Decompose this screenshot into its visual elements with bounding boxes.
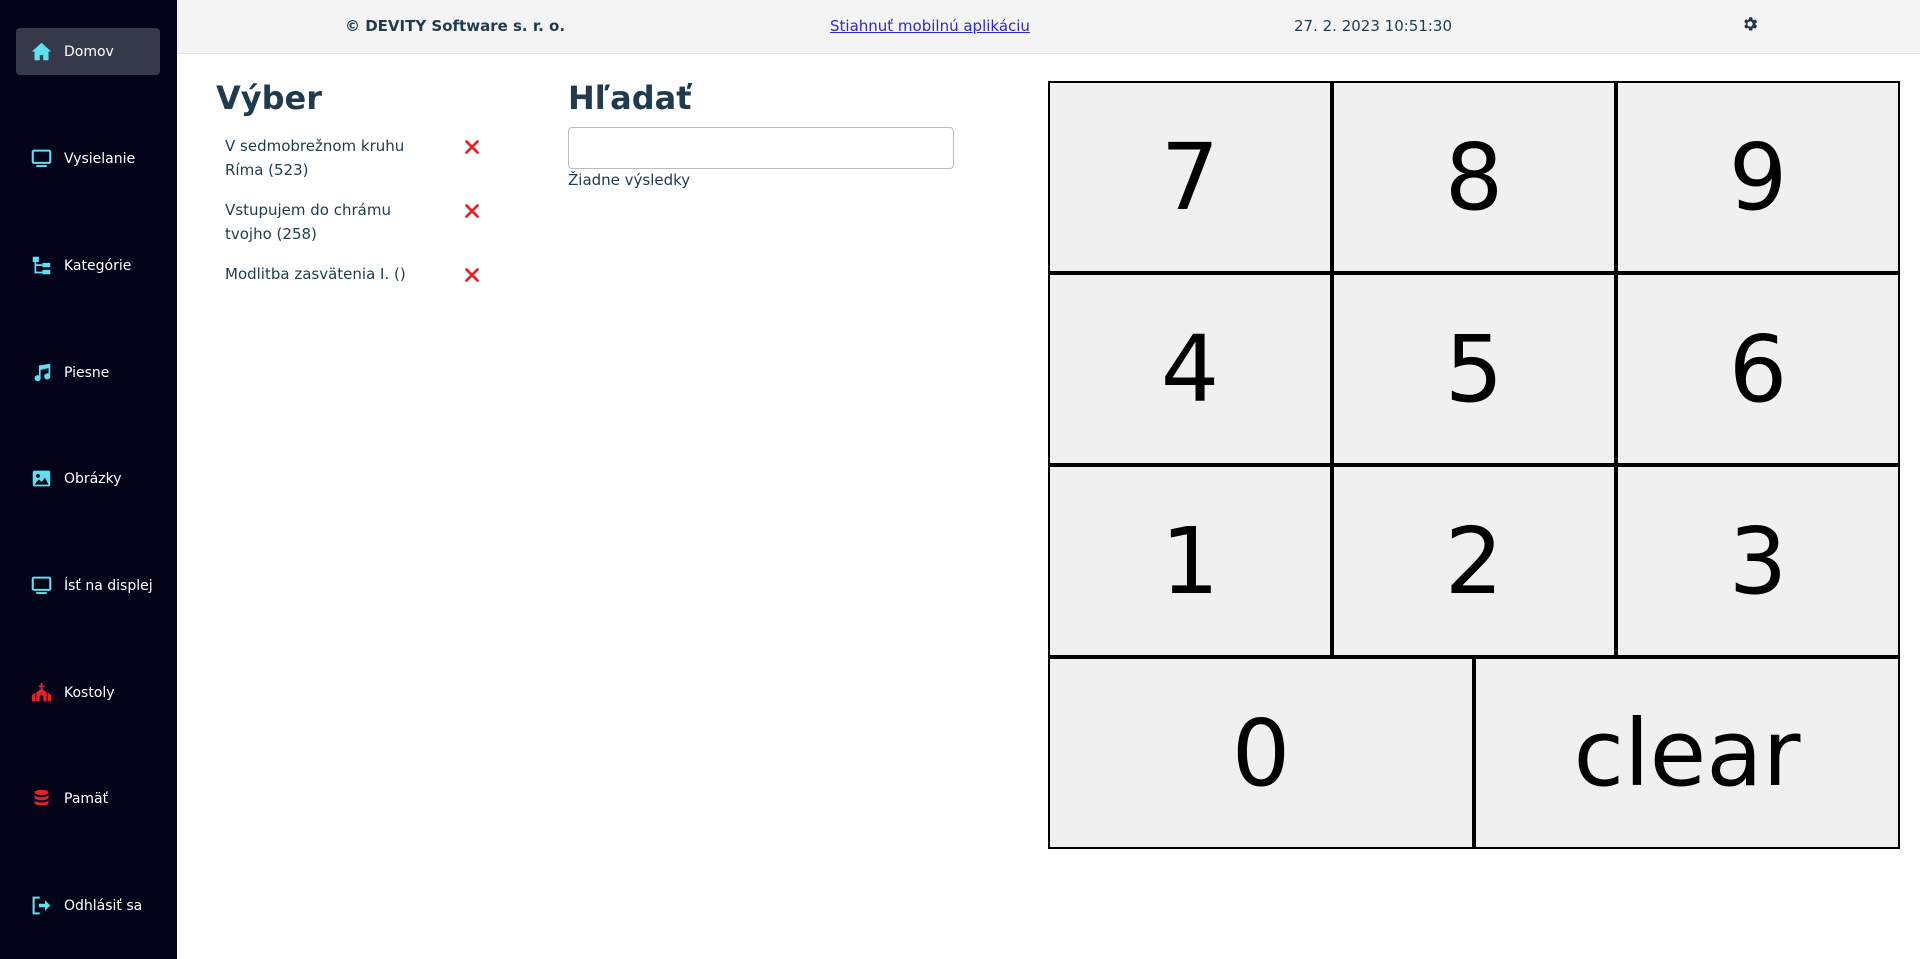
sidebar-item-kategorie[interactable]: Kategórie — [16, 242, 160, 289]
selection-list: V sedmobrežnom kruhu Ríma (523) Vstupuje… — [225, 134, 495, 302]
search-input[interactable] — [568, 127, 954, 169]
sidebar-item-pamat[interactable]: Pamäť — [16, 775, 160, 822]
sidebar-item-label: Ísť na displej — [64, 577, 153, 594]
key-0[interactable]: 0 — [1050, 659, 1472, 847]
monitor-icon — [30, 575, 52, 597]
close-icon[interactable] — [463, 138, 483, 158]
copyright-text: © DEVITY Software s. r. o. — [345, 17, 566, 35]
gear-icon[interactable] — [1741, 15, 1763, 37]
song-label: Modlitba zasvätenia I. () — [225, 265, 406, 283]
list-item: Vstupujem do chrámu tvojho (258) — [225, 198, 495, 262]
image-icon — [30, 468, 52, 490]
song-label: V sedmobrežnom kruhu Ríma (523) — [225, 137, 405, 179]
music-icon — [30, 362, 52, 384]
key-6[interactable]: 6 — [1618, 275, 1898, 463]
selection-title: Výber — [216, 79, 323, 117]
sidebar-item-kostoly[interactable]: Kostoly — [16, 669, 160, 716]
key-3[interactable]: 3 — [1618, 467, 1898, 655]
sitemap-icon — [30, 255, 52, 277]
monitor-icon — [30, 148, 52, 170]
key-4[interactable]: 4 — [1050, 275, 1330, 463]
list-item: Modlitba zasvätenia I. () — [225, 262, 495, 302]
list-item: V sedmobrežnom kruhu Ríma (523) — [225, 134, 495, 198]
database-icon — [30, 788, 52, 810]
datetime: 27. 2. 2023 10:51:30 — [1294, 17, 1453, 35]
sidebar-item-domov[interactable]: Domov — [16, 28, 160, 75]
logout-icon — [30, 895, 52, 917]
home-icon — [30, 41, 52, 63]
close-icon[interactable] — [463, 266, 483, 286]
close-icon[interactable] — [463, 202, 483, 222]
key-8[interactable]: 8 — [1334, 83, 1614, 271]
sidebar-item-odhlasit-sa[interactable]: Odhlásiť sa — [16, 882, 160, 929]
song-label: Vstupujem do chrámu tvojho (258) — [225, 201, 391, 243]
sidebar-item-obrazky[interactable]: Obrázky — [16, 455, 160, 502]
church-icon — [30, 682, 52, 704]
key-1[interactable]: 1 — [1050, 467, 1330, 655]
sidebar-item-label: Kategórie — [64, 257, 132, 274]
key-2[interactable]: 2 — [1334, 467, 1614, 655]
no-results-text: Žiadne výsledky — [568, 171, 691, 189]
download-app-link[interactable]: Stiahnuť mobilnú aplikáciu — [830, 17, 1030, 35]
sidebar-item-label: Domov — [64, 43, 114, 60]
sidebar-item-label: Piesne — [64, 364, 110, 381]
sidebar-item-ist-na-displej[interactable]: Ísť na displej — [16, 562, 160, 609]
sidebar-item-piesne[interactable]: Piesne — [16, 349, 160, 396]
sidebar-item-vysielanie[interactable]: Vysielanie — [16, 135, 160, 182]
top-bar: © DEVITY Software s. r. o. Stiahnuť mobi… — [177, 0, 1920, 54]
sidebar-item-label: Vysielanie — [64, 150, 136, 167]
sidebar-item-label: Pamäť — [64, 790, 109, 807]
sidebar-item-label: Odhlásiť sa — [64, 897, 143, 914]
sidebar-item-label: Kostoly — [64, 684, 115, 701]
sidebar: Domov Vysielanie Kategórie Piesne Obrázk… — [0, 0, 177, 959]
key-7[interactable]: 7 — [1050, 83, 1330, 271]
clear-button[interactable]: clear — [1476, 659, 1898, 847]
key-9[interactable]: 9 — [1618, 83, 1898, 271]
sidebar-item-label: Obrázky — [64, 470, 122, 487]
key-5[interactable]: 5 — [1334, 275, 1614, 463]
numeric-keypad: 7 8 9 4 5 6 1 2 3 0 clear — [1048, 81, 1900, 849]
search-title: Hľadať — [568, 79, 692, 117]
